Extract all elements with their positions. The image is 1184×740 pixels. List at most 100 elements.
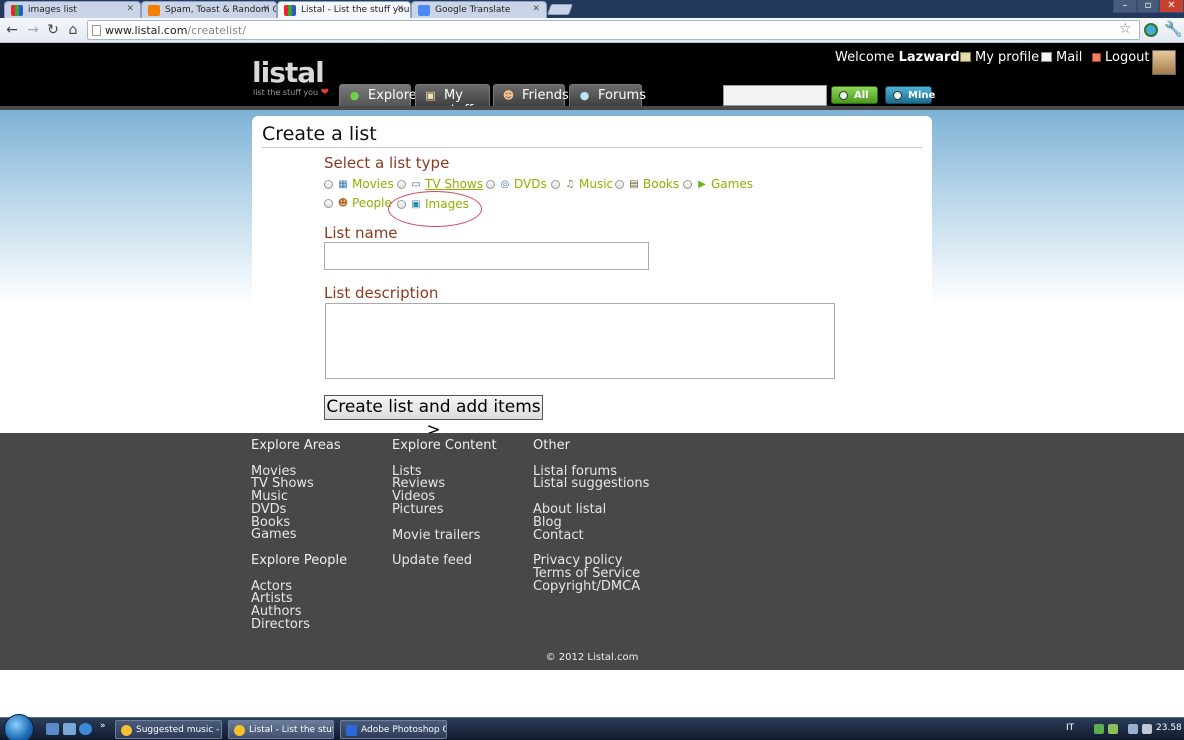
footer-link[interactable]: Movie trailers bbox=[392, 529, 497, 543]
volume-icon[interactable] bbox=[1142, 724, 1152, 734]
clock[interactable]: 23.58 bbox=[1156, 723, 1182, 733]
search-mine-label: Mine bbox=[908, 90, 936, 101]
url-host: www.listal.com bbox=[105, 24, 188, 37]
radio-button[interactable] bbox=[551, 180, 560, 189]
logout-link[interactable]: Logout bbox=[1092, 50, 1150, 65]
footer-link[interactable]: Pictures bbox=[392, 503, 497, 517]
tab-title: Listal - List the stuff you lo bbox=[301, 5, 411, 15]
nav-tab-explore[interactable]: ● Explore bbox=[339, 84, 417, 106]
list-name-input[interactable] bbox=[324, 242, 649, 270]
radio-button[interactable] bbox=[397, 180, 406, 189]
browser-tabstrip: images list ✕ Spam, Toast & Random Q ✕ L… bbox=[0, 0, 1184, 18]
back-arrow-icon[interactable]: ← bbox=[3, 21, 21, 39]
taskbar-item-active[interactable]: Listal - List the stuff ... bbox=[228, 720, 334, 739]
close-tab-icon[interactable]: ✕ bbox=[262, 4, 270, 14]
mail-label: Mail bbox=[1056, 50, 1083, 65]
create-list-button[interactable]: Create list and add items > bbox=[324, 395, 543, 440]
url-path: /createlist/ bbox=[187, 24, 246, 37]
close-tab-icon[interactable]: ✕ bbox=[532, 4, 540, 14]
my-profile-link[interactable]: My profile bbox=[960, 50, 1039, 65]
people-icon: ☻ bbox=[337, 198, 349, 209]
footer-link[interactable]: Directors bbox=[251, 618, 347, 632]
search-all-button[interactable]: All bbox=[831, 86, 878, 104]
taskbar-item-label: Suggested music - ... bbox=[136, 725, 222, 735]
footer-link[interactable]: Copyright/DMCA bbox=[533, 580, 649, 594]
close-tab-icon[interactable]: ✕ bbox=[396, 4, 404, 14]
tab-title: Google Translate bbox=[435, 5, 511, 15]
tab-title: Spam, Toast & Random Q bbox=[165, 5, 277, 15]
page-icon bbox=[92, 25, 101, 36]
play-icon: ▶ bbox=[698, 179, 706, 190]
listal-logo[interactable]: listal bbox=[252, 56, 325, 89]
start-button[interactable] bbox=[4, 714, 34, 740]
address-bar[interactable]: www.listal.com/createlist/ bbox=[87, 20, 1140, 40]
footer-heading: Other bbox=[533, 438, 570, 453]
welcome-prefix: Welcome bbox=[835, 50, 895, 65]
list-type-label: DVDs bbox=[514, 177, 547, 191]
taskbar-item[interactable]: Adobe Photoshop C... bbox=[340, 720, 447, 739]
wrench-menu-icon[interactable]: 🔧 bbox=[1164, 20, 1183, 38]
footer-link[interactable]: Update feed bbox=[392, 554, 497, 568]
taskbar-item[interactable]: Suggested music - ... bbox=[115, 720, 222, 739]
music-icon: ♫ bbox=[565, 179, 575, 190]
footer-col-explore-areas: Explore Areas Movies TV Shows Music DVDs… bbox=[251, 438, 347, 632]
new-tab-button[interactable] bbox=[546, 4, 574, 15]
list-type-label: Music bbox=[579, 177, 614, 191]
browser-tab[interactable]: images list ✕ bbox=[4, 1, 141, 18]
minimize-window-button[interactable]: – bbox=[1113, 0, 1137, 13]
internet-explorer-icon[interactable] bbox=[79, 723, 92, 735]
extension-icon[interactable] bbox=[1144, 23, 1158, 37]
logo-tagline: list the stuff you ❤ bbox=[253, 87, 330, 98]
speech-bubble-icon: ● bbox=[579, 89, 590, 102]
site-search-input[interactable] bbox=[723, 85, 827, 106]
tray-app-icon[interactable] bbox=[1094, 724, 1104, 734]
close-window-button[interactable]: ✕ bbox=[1159, 0, 1184, 13]
nav-tab-my-stuff[interactable]: ▣ My stuff bbox=[415, 84, 490, 118]
nav-tab-forums[interactable]: ● Forums bbox=[569, 84, 646, 106]
list-type-label: Movies bbox=[352, 177, 394, 191]
close-tab-icon[interactable]: ✕ bbox=[126, 4, 134, 14]
footer-link[interactable]: Contact bbox=[533, 529, 649, 543]
network-icon[interactable] bbox=[1108, 724, 1118, 734]
windows-taskbar: » Suggested music - ... Listal - List th… bbox=[0, 714, 1184, 740]
maximize-window-button[interactable]: ▫ bbox=[1137, 0, 1159, 13]
switch-windows-icon[interactable] bbox=[63, 723, 76, 735]
reload-icon[interactable]: ↻ bbox=[44, 21, 62, 39]
copyright-text: © 2012 Listal.com bbox=[545, 652, 639, 663]
search-mine-button[interactable]: Mine bbox=[885, 86, 936, 104]
listal-favicon-icon bbox=[284, 5, 296, 16]
home-icon[interactable]: ⌂ bbox=[64, 21, 82, 39]
mail-link[interactable]: Mail bbox=[1041, 50, 1082, 65]
radio-button[interactable] bbox=[324, 180, 333, 189]
footer-heading: Explore Areas bbox=[251, 438, 341, 453]
footer-heading: Explore Content bbox=[392, 438, 497, 453]
radio-button[interactable] bbox=[486, 180, 495, 189]
radio-button[interactable] bbox=[615, 180, 624, 189]
my-profile-label: My profile bbox=[975, 50, 1040, 65]
username-link[interactable]: Lazward bbox=[899, 50, 960, 65]
google-translate-favicon-icon bbox=[418, 5, 430, 16]
bookmark-star-icon[interactable]: ☆ bbox=[1119, 21, 1132, 37]
language-indicator[interactable]: IT bbox=[1066, 723, 1074, 733]
nav-tab-friends[interactable]: ☻ Friends bbox=[493, 84, 569, 106]
film-icon: ▦ bbox=[338, 179, 348, 190]
radio-button[interactable] bbox=[683, 180, 692, 189]
logout-label: Logout bbox=[1105, 50, 1150, 65]
radio-button[interactable] bbox=[324, 199, 333, 208]
footer-link[interactable]: Listal suggestions bbox=[533, 478, 649, 491]
book-icon: ▤ bbox=[629, 179, 639, 190]
browser-tab-active[interactable]: Listal - List the stuff you lo ✕ bbox=[277, 1, 411, 18]
avatar[interactable] bbox=[1152, 50, 1176, 75]
envelope-icon bbox=[1041, 52, 1052, 62]
welcome-text: Welcome Lazward bbox=[835, 50, 960, 65]
footer-link[interactable]: Games bbox=[251, 528, 347, 542]
quicklaunch-overflow-icon[interactable]: » bbox=[100, 721, 106, 731]
nav-tab-label: Friends bbox=[522, 88, 569, 103]
monitor-icon[interactable] bbox=[1128, 724, 1138, 734]
browser-tab[interactable]: Google Translate ✕ bbox=[411, 1, 547, 18]
footer-col-other: Other Listal forums Listal suggestions A… bbox=[533, 438, 649, 594]
forward-arrow-icon[interactable]: → bbox=[24, 21, 42, 39]
browser-tab[interactable]: Spam, Toast & Random Q ✕ bbox=[141, 1, 277, 18]
list-description-textarea[interactable] bbox=[325, 303, 835, 379]
show-desktop-icon[interactable] bbox=[46, 723, 59, 735]
